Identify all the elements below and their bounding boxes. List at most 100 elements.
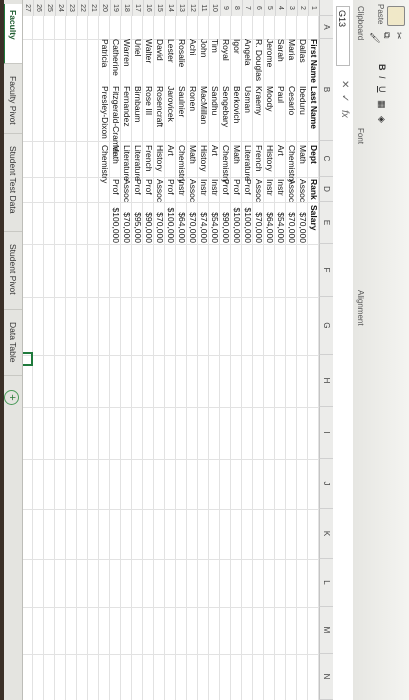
cell-dept[interactable]: Literature (121, 145, 132, 181)
cell-salary[interactable]: $90,000 (220, 203, 231, 243)
row-header[interactable]: 13 (176, 0, 187, 16)
cell-first-name[interactable]: Dallas (297, 39, 308, 63)
row-header[interactable]: 5 (264, 0, 275, 16)
cell-last-name[interactable]: Rosencraft (154, 86, 165, 127)
cell-first-name[interactable]: Warren (121, 39, 132, 67)
row-header[interactable]: 15 (154, 0, 165, 16)
cell-salary[interactable] (99, 203, 110, 243)
row-header[interactable]: 27 (22, 0, 33, 16)
row-header[interactable]: 2 (297, 0, 308, 16)
borders-icon[interactable]: ▦ (376, 100, 387, 109)
row-header[interactable]: 20 (99, 0, 110, 16)
cell-last-name[interactable]: Saulnier (176, 86, 187, 117)
row-header[interactable]: 23 (66, 0, 77, 16)
column-header-m[interactable]: M (319, 607, 333, 654)
cell-dept[interactable]: French (143, 145, 154, 171)
format-painter-icon[interactable]: 🖌 (369, 32, 380, 43)
cell-first-name[interactable]: Achi (187, 39, 198, 56)
cell-salary[interactable]: $70,000 (187, 203, 198, 243)
cell-salary[interactable]: $54,000 (275, 203, 286, 243)
row-header[interactable]: 10 (209, 0, 220, 16)
cell-first-name[interactable]: Royal (220, 39, 231, 61)
fill-color-icon[interactable]: ◈ (376, 116, 387, 123)
column-header-d[interactable]: D (319, 177, 333, 202)
row-header[interactable]: 19 (110, 0, 121, 16)
cancel-icon[interactable]: ✕ (339, 80, 350, 88)
column-header-a[interactable]: A (319, 16, 333, 39)
fx-icon[interactable]: fx (339, 110, 350, 118)
cut-icon[interactable]: ✂ (393, 32, 404, 40)
cell-salary[interactable]: $70,000 (154, 203, 165, 243)
worksheet-grid[interactable]: A B C D E F G H I J K L M N 1 2 3 4 5 6 7 8 9 10 1… (4, 0, 333, 700)
confirm-icon[interactable]: ✓ (339, 94, 350, 102)
cell-dept[interactable]: Literature (132, 145, 143, 181)
cell-dept[interactable]: Chemistry (99, 145, 110, 183)
tab-data-table[interactable]: Data Table (4, 316, 22, 376)
cell-first-name[interactable]: Walter (143, 39, 154, 63)
column-header-g[interactable]: G (319, 297, 333, 355)
cell-last-name[interactable]: Berkovich (231, 86, 242, 123)
cell-salary[interactable]: $95,000 (132, 203, 143, 243)
row-header[interactable]: 21 (88, 0, 99, 16)
cell-rank[interactable]: Prof (132, 179, 143, 195)
cell-first-name[interactable]: Angela (242, 39, 253, 65)
column-header-c[interactable]: C (319, 141, 333, 177)
cell-first-name[interactable]: Sarah (275, 39, 286, 62)
cell-first-name[interactable]: Uriel (132, 39, 143, 56)
column-header-k[interactable]: K (319, 509, 333, 559)
header-cell-rank[interactable]: Rank (308, 179, 319, 200)
cell-rank[interactable]: Assoc (297, 179, 308, 202)
cell-salary[interactable]: $70,000 (253, 203, 264, 243)
row-header[interactable]: 26 (33, 0, 44, 16)
cell-first-name[interactable]: David (154, 39, 165, 61)
italic-button[interactable]: I (377, 76, 387, 79)
cell-last-name[interactable]: Sandhu (209, 86, 220, 115)
tab-student-test-data[interactable]: Student Test Data (4, 140, 22, 232)
cell-last-name[interactable]: Ibeduru (297, 86, 308, 115)
cell-last-name[interactable]: MacMillan (198, 86, 209, 124)
paste-label[interactable]: Paste (376, 4, 385, 24)
cell-last-name[interactable]: Presley-Dixon (99, 86, 110, 139)
cell-rank[interactable]: Prof (165, 179, 176, 195)
tab-student-pivot[interactable]: Student Pivot (4, 238, 22, 310)
cell-dept[interactable]: Math (187, 145, 198, 164)
column-header-i[interactable]: I (319, 407, 333, 459)
row-header[interactable]: 4 (275, 0, 286, 16)
cell-dept[interactable]: Chemistry (176, 145, 187, 183)
cell-salary[interactable]: $54,000 (209, 203, 220, 243)
row-header[interactable]: 14 (165, 0, 176, 16)
row-header[interactable]: 1 (308, 0, 319, 16)
cell-salary[interactable]: $74,000 (198, 203, 209, 243)
select-all-corner[interactable] (319, 0, 333, 16)
copy-icon[interactable]: ⧉ (381, 32, 392, 38)
cell-rank[interactable]: Assoc (253, 179, 264, 202)
column-header-n[interactable]: N (319, 654, 333, 700)
cell-salary[interactable]: $100,000 (231, 203, 242, 243)
cell-salary[interactable]: $100,000 (242, 203, 253, 243)
header-cell-first-name[interactable]: First Name (308, 39, 319, 83)
cell-rank[interactable]: Assoc (187, 179, 198, 202)
cell-last-name[interactable]: Cesario (286, 86, 297, 115)
cell-last-name[interactable]: Moody (264, 86, 275, 112)
row-header[interactable]: 8 (231, 0, 242, 16)
column-header-f[interactable]: F (319, 244, 333, 297)
column-header-j[interactable]: J (319, 459, 333, 509)
column-header-e[interactable]: E (319, 202, 333, 244)
header-cell-dept[interactable]: Dept (308, 145, 319, 164)
cell-salary[interactable]: $70,000 (286, 203, 297, 243)
cell-dept[interactable]: Chemistry (220, 145, 231, 183)
cell-first-name[interactable]: Tim (209, 39, 220, 53)
cell-rank[interactable]: Instr (264, 179, 275, 196)
cell-last-name[interactable]: Sengebary (220, 86, 231, 127)
column-header-b[interactable]: B (319, 39, 333, 141)
row-header[interactable]: 16 (143, 0, 154, 16)
cell-last-name[interactable]: Paul (275, 86, 286, 103)
cell-rank[interactable]: Prof (220, 179, 231, 195)
cell-last-name[interactable]: Birnbaum (132, 86, 143, 122)
cell-salary[interactable]: $90,000 (143, 203, 154, 243)
cell-salary[interactable]: $70,000 (297, 203, 308, 243)
cell-first-name[interactable]: Jerome (264, 39, 275, 67)
cell-rank[interactable]: Prof (143, 179, 154, 195)
cell-last-name[interactable]: Fernandez (121, 86, 132, 127)
row-header[interactable]: 17 (132, 0, 143, 16)
